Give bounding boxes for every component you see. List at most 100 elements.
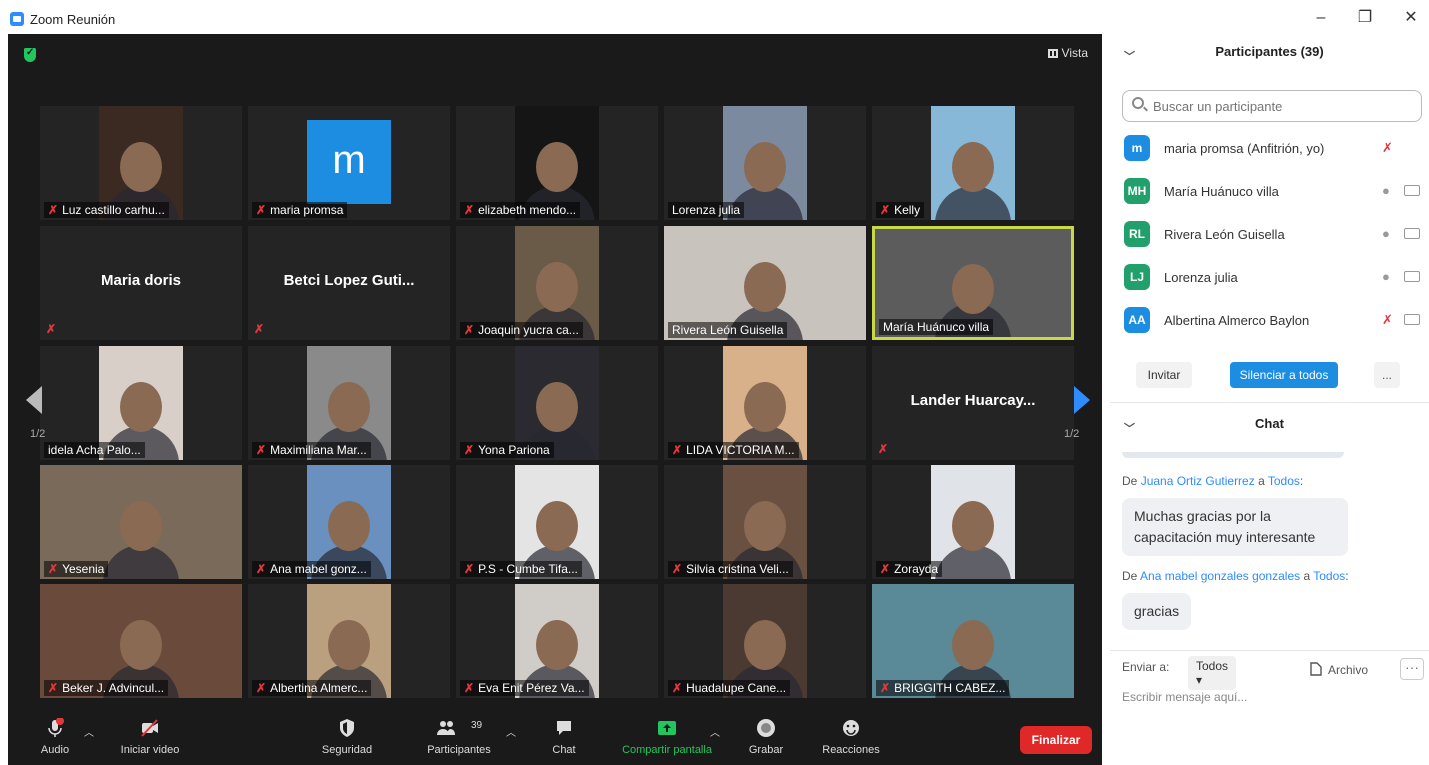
participant-row[interactable]: RL Rivera León Guisella ● <box>1122 216 1422 252</box>
camera-icon[interactable] <box>1404 271 1420 282</box>
security-button[interactable]: Seguridad <box>312 718 382 756</box>
audio-label: Audio <box>40 744 70 756</box>
microphone-icon[interactable]: ● <box>1382 269 1390 284</box>
mute-all-button[interactable]: Silenciar a todos <box>1230 362 1338 388</box>
previous-message-bubble <box>1122 452 1344 458</box>
minimize-button[interactable]: – <box>1306 6 1336 30</box>
share-options-caret-icon[interactable]: ︿ <box>710 724 720 739</box>
window-title: Zoom Reunión <box>30 12 116 27</box>
participant-tile[interactable]: ✗ Yesenia <box>40 465 242 579</box>
microphone-muted-icon: ✗ <box>464 562 475 576</box>
avatar: LJ <box>1124 264 1150 290</box>
chat-button[interactable]: Chat <box>548 718 580 756</box>
participant-tile[interactable]: ✗ Zorayda <box>872 465 1074 579</box>
participant-row[interactable]: LJ Lorenza julia ● <box>1122 259 1422 295</box>
sender-prefix: De <box>1122 569 1141 583</box>
camera-icon[interactable] <box>1404 314 1420 325</box>
participant-tile[interactable]: ✗ Kelly <box>872 106 1074 220</box>
chat-message-bubble: gracias <box>1122 593 1192 630</box>
participant-tile[interactable]: ✗ Ana mabel gonz... <box>248 465 450 579</box>
participant-tile[interactable]: idela Acha Palo... <box>40 346 242 460</box>
send-to-dropdown[interactable]: Todos ▾ <box>1188 656 1237 690</box>
participant-tile[interactable]: ✗ elizabeth mendo... <box>456 106 658 220</box>
collapse-participants-chevron-icon[interactable]: ﹀ <box>1124 48 1135 64</box>
participant-tile[interactable]: ✗ Maximiliana Mar... <box>248 346 450 460</box>
reactions-button[interactable]: Reacciones <box>816 718 886 756</box>
next-page-arrow-icon[interactable] <box>1074 386 1090 414</box>
participant-name-label: ✗ Eva Enit Pérez Va... <box>460 680 589 696</box>
file-button[interactable]: Archivo <box>1310 662 1368 677</box>
participant-name-text: Silvia cristina Veli... <box>686 562 789 576</box>
participant-name-label: Lorenza julia <box>668 202 745 218</box>
participant-tile[interactable]: ✗ Eva Enit Pérez Va... <box>456 584 658 698</box>
record-button[interactable]: Grabar <box>744 718 788 756</box>
sender-name[interactable]: Ana mabel gonzales gonzales <box>1140 569 1300 583</box>
participant-face <box>744 501 786 552</box>
participant-tile[interactable]: ✗ Silvia cristina Veli... <box>664 465 866 579</box>
end-meeting-button[interactable]: Finalizar <box>1020 726 1092 754</box>
participant-tile[interactable]: ✗ Albertina Almerc... <box>248 584 450 698</box>
participant-tile[interactable]: ✗ P.S - Cumbe Tifa... <box>456 465 658 579</box>
microphone-muted-icon: ✗ <box>672 681 683 695</box>
microphone-muted-icon <box>48 718 64 737</box>
participant-tile[interactable]: m ✗ maria promsa <box>248 106 450 220</box>
participant-tile[interactable]: ✗ BRIGGITH CABEZ... <box>872 584 1074 698</box>
participant-name-label: ✗ Kelly <box>876 202 925 218</box>
participant-tile[interactable]: ✗ Huadalupe Cane... <box>664 584 866 698</box>
microphone-icon[interactable]: ● <box>1382 226 1390 241</box>
participants-button[interactable]: 39 Participantes <box>414 718 504 756</box>
reactions-label: Reacciones <box>822 744 880 756</box>
camera-icon[interactable] <box>1404 228 1420 239</box>
participant-search-input[interactable] <box>1122 90 1422 122</box>
share-screen-button[interactable]: Compartir pantalla <box>612 718 722 756</box>
chat-more-button[interactable]: ··· <box>1400 658 1424 680</box>
microphone-muted-icon[interactable]: ✗ <box>1382 312 1393 328</box>
participant-row[interactable]: MH María Huánuco villa ● <box>1122 173 1422 209</box>
camera-icon[interactable] <box>1404 185 1420 196</box>
participant-row[interactable]: m maria promsa (Anfitrión, yo) ✗ <box>1122 130 1422 166</box>
participant-face <box>952 263 994 314</box>
previous-page-arrow-icon[interactable] <box>26 386 42 414</box>
participant-name-label: Rivera León Guisella <box>668 322 788 338</box>
view-button[interactable]: Vista <box>1047 46 1088 60</box>
participant-face <box>536 142 578 193</box>
participant-tile[interactable]: Rivera León Guisella <box>664 226 866 340</box>
sender-name[interactable]: Juana Ortiz Gutierrez <box>1141 474 1255 488</box>
avatar: RL <box>1124 221 1150 247</box>
participant-tile[interactable]: Lorenza julia <box>664 106 866 220</box>
participant-tile[interactable]: ✗ Yona Pariona <box>456 346 658 460</box>
participant-row[interactable]: AA Albertina Almerco Baylon ✗ <box>1122 302 1422 338</box>
participant-name-label: ✗ Huadalupe Cane... <box>668 680 791 696</box>
audio-options-caret-icon[interactable]: ︿ <box>84 724 94 739</box>
participant-tile[interactable]: ✗ LIDA VICTORIA M... <box>664 346 866 460</box>
start-video-label: Iniciar video <box>120 744 180 756</box>
close-button[interactable]: ✕ <box>1396 6 1426 30</box>
chat-message-sender: De Juana Ortiz Gutierrez a Todos: <box>1122 474 1303 488</box>
chat-message-bubble: Muchas gracias por la capacitación muy i… <box>1122 498 1348 556</box>
participant-avatar: m <box>307 120 391 204</box>
invite-button[interactable]: Invitar <box>1136 362 1192 388</box>
participant-tile[interactable]: Maria doris ✗ <box>40 226 242 340</box>
participant-tile[interactable]: ✗ Joaquin yucra ca... <box>456 226 658 340</box>
participant-tile[interactable]: María Huánuco villa <box>872 226 1074 340</box>
participant-row-name: Lorenza julia <box>1164 270 1238 285</box>
participant-name-text: María Huánuco villa <box>883 320 990 334</box>
restore-button[interactable]: ❐ <box>1350 6 1380 30</box>
participant-tile[interactable]: ✗ Luz castillo carhu... <box>40 106 242 220</box>
title-bar: Zoom Reunión – ❐ ✕ <box>0 0 1429 34</box>
audio-button[interactable]: Audio <box>38 718 72 756</box>
microphone-muted-icon[interactable]: ✗ <box>1382 140 1393 156</box>
start-video-button[interactable]: Iniciar video <box>112 718 188 756</box>
chat-message-input[interactable]: Escribir mensaje aquí... <box>1122 690 1247 704</box>
participant-tile[interactable]: Betci Lopez Guti... ✗ <box>248 226 450 340</box>
microphone-muted-icon: ✗ <box>878 442 889 456</box>
participants-options-caret-icon[interactable]: ︿ <box>506 724 516 739</box>
microphone-muted-icon: ✗ <box>464 443 475 457</box>
participant-tile[interactable]: ✗ Beker J. Advincul... <box>40 584 242 698</box>
collapse-chat-chevron-icon[interactable]: ﹀ <box>1124 420 1135 436</box>
more-options-button[interactable]: ... <box>1374 362 1400 388</box>
microphone-icon[interactable]: ● <box>1382 183 1390 198</box>
participant-tile[interactable]: Lander Huarcay... ✗ <box>872 346 1074 460</box>
grid-view-icon <box>1047 49 1058 58</box>
security-shield-icon[interactable] <box>24 47 36 62</box>
